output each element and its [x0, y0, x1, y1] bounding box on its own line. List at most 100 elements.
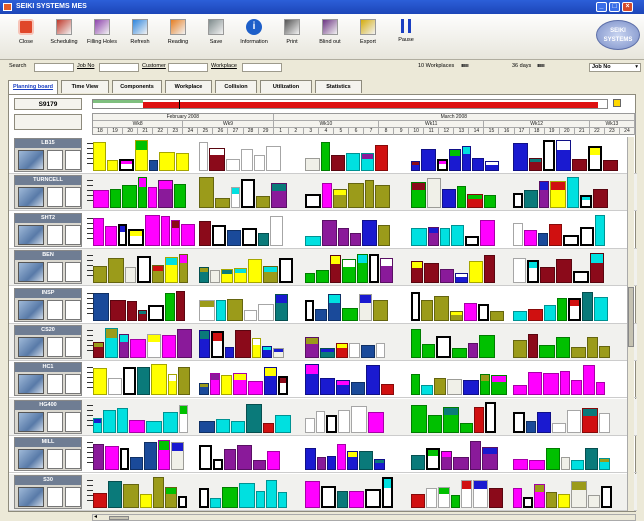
job-block[interactable] [151, 364, 167, 396]
job-block[interactable] [365, 488, 381, 508]
job-block[interactable] [305, 364, 319, 396]
job-block[interactable] [595, 214, 605, 246]
job-block[interactable] [526, 420, 536, 433]
job-block[interactable] [580, 195, 592, 209]
job-block[interactable] [266, 479, 277, 508]
job-block[interactable] [529, 158, 542, 171]
job-block[interactable] [273, 348, 284, 358]
save-button[interactable]: Save [196, 19, 236, 57]
job-block[interactable] [252, 338, 261, 358]
job-block[interactable] [93, 492, 107, 508]
job-block[interactable] [147, 334, 161, 358]
job-block[interactable] [263, 422, 274, 433]
job-block[interactable] [137, 256, 151, 284]
job-block[interactable] [179, 254, 188, 284]
job-block[interactable] [199, 487, 209, 508]
job-block[interactable] [528, 372, 542, 396]
job-block[interactable] [210, 373, 220, 396]
tab-components[interactable]: Components [112, 80, 162, 93]
search-input[interactable] [34, 63, 74, 72]
job-block[interactable] [93, 142, 106, 171]
job-block[interactable] [171, 442, 184, 471]
close-window-button[interactable]: × [622, 2, 633, 12]
job-block[interactable] [556, 337, 570, 358]
job-block[interactable] [427, 178, 441, 209]
job-block[interactable] [322, 219, 337, 246]
job-block[interactable] [199, 299, 215, 321]
job-block[interactable] [171, 219, 180, 246]
job-block[interactable] [316, 270, 329, 284]
tab-collision[interactable]: Collision [215, 80, 257, 93]
job-block[interactable] [528, 308, 543, 321]
machine-card[interactable]: CS20 [14, 325, 82, 359]
job-block[interactable] [279, 258, 293, 284]
job-block[interactable] [580, 226, 594, 246]
job-block[interactable] [468, 343, 478, 358]
job-block[interactable] [242, 227, 257, 246]
job-block[interactable] [362, 219, 377, 246]
tab-statistics[interactable]: Statistics [315, 80, 362, 93]
scheduling-button[interactable]: Scheduling [44, 19, 84, 57]
job-block[interactable] [513, 459, 528, 471]
job-block[interactable] [513, 411, 525, 433]
job-block[interactable] [130, 457, 143, 471]
job-block[interactable] [248, 381, 263, 396]
job-block[interactable] [129, 419, 145, 433]
job-block[interactable] [145, 214, 160, 246]
job-block[interactable] [411, 161, 420, 171]
job-block[interactable] [253, 460, 266, 471]
job-block[interactable] [93, 266, 107, 284]
job-block[interactable] [148, 304, 164, 321]
job-block[interactable] [544, 304, 556, 321]
blind-out-button[interactable]: Blind out [310, 19, 350, 57]
job-block[interactable] [140, 493, 152, 508]
job-block[interactable] [199, 445, 212, 471]
export-button[interactable]: Export [348, 19, 388, 57]
job-block[interactable] [546, 491, 557, 508]
job-block[interactable] [118, 223, 127, 246]
job-block[interactable] [440, 269, 454, 284]
job-block[interactable] [158, 440, 170, 471]
job-block[interactable] [461, 479, 472, 508]
job-block[interactable] [161, 215, 170, 246]
job-block[interactable] [359, 451, 373, 471]
minimize-button[interactable]: _ [596, 2, 607, 12]
job-block[interactable] [174, 184, 186, 209]
job-block[interactable] [327, 456, 336, 471]
pause-button[interactable]: Pause [386, 19, 426, 57]
job-block[interactable] [333, 189, 347, 209]
job-block[interactable] [93, 217, 104, 246]
job-block[interactable] [534, 483, 545, 508]
job-block[interactable] [105, 328, 118, 358]
job-block[interactable] [513, 385, 527, 396]
job-block[interactable] [571, 480, 587, 508]
workplace-input[interactable] [242, 63, 282, 72]
job-block[interactable] [350, 232, 361, 246]
sort-select[interactable]: Job No ▾ [589, 63, 641, 72]
job-block[interactable] [513, 143, 528, 171]
job-block[interactable] [256, 196, 270, 209]
job-block[interactable] [587, 337, 598, 358]
job-block[interactable] [443, 406, 459, 433]
job-block[interactable] [424, 263, 439, 284]
job-block[interactable] [537, 411, 551, 433]
job-block[interactable] [165, 292, 175, 321]
job-block[interactable] [181, 223, 195, 246]
job-block[interactable] [411, 261, 423, 284]
job-block[interactable] [585, 448, 598, 471]
job-block[interactable] [241, 149, 253, 171]
job-block[interactable] [138, 309, 147, 321]
job-block[interactable] [336, 380, 350, 396]
job-block[interactable] [342, 259, 356, 284]
job-block[interactable] [411, 291, 420, 321]
job-block[interactable] [484, 255, 495, 284]
job-block[interactable] [215, 198, 230, 209]
job-block[interactable] [153, 476, 164, 508]
job-block[interactable] [571, 460, 584, 471]
job-block[interactable] [213, 459, 223, 471]
job-block[interactable] [275, 293, 288, 321]
machine-card[interactable]: INSP [14, 287, 82, 322]
job-block[interactable] [125, 267, 136, 284]
job-block[interactable] [337, 444, 346, 471]
job-block[interactable] [210, 270, 220, 284]
